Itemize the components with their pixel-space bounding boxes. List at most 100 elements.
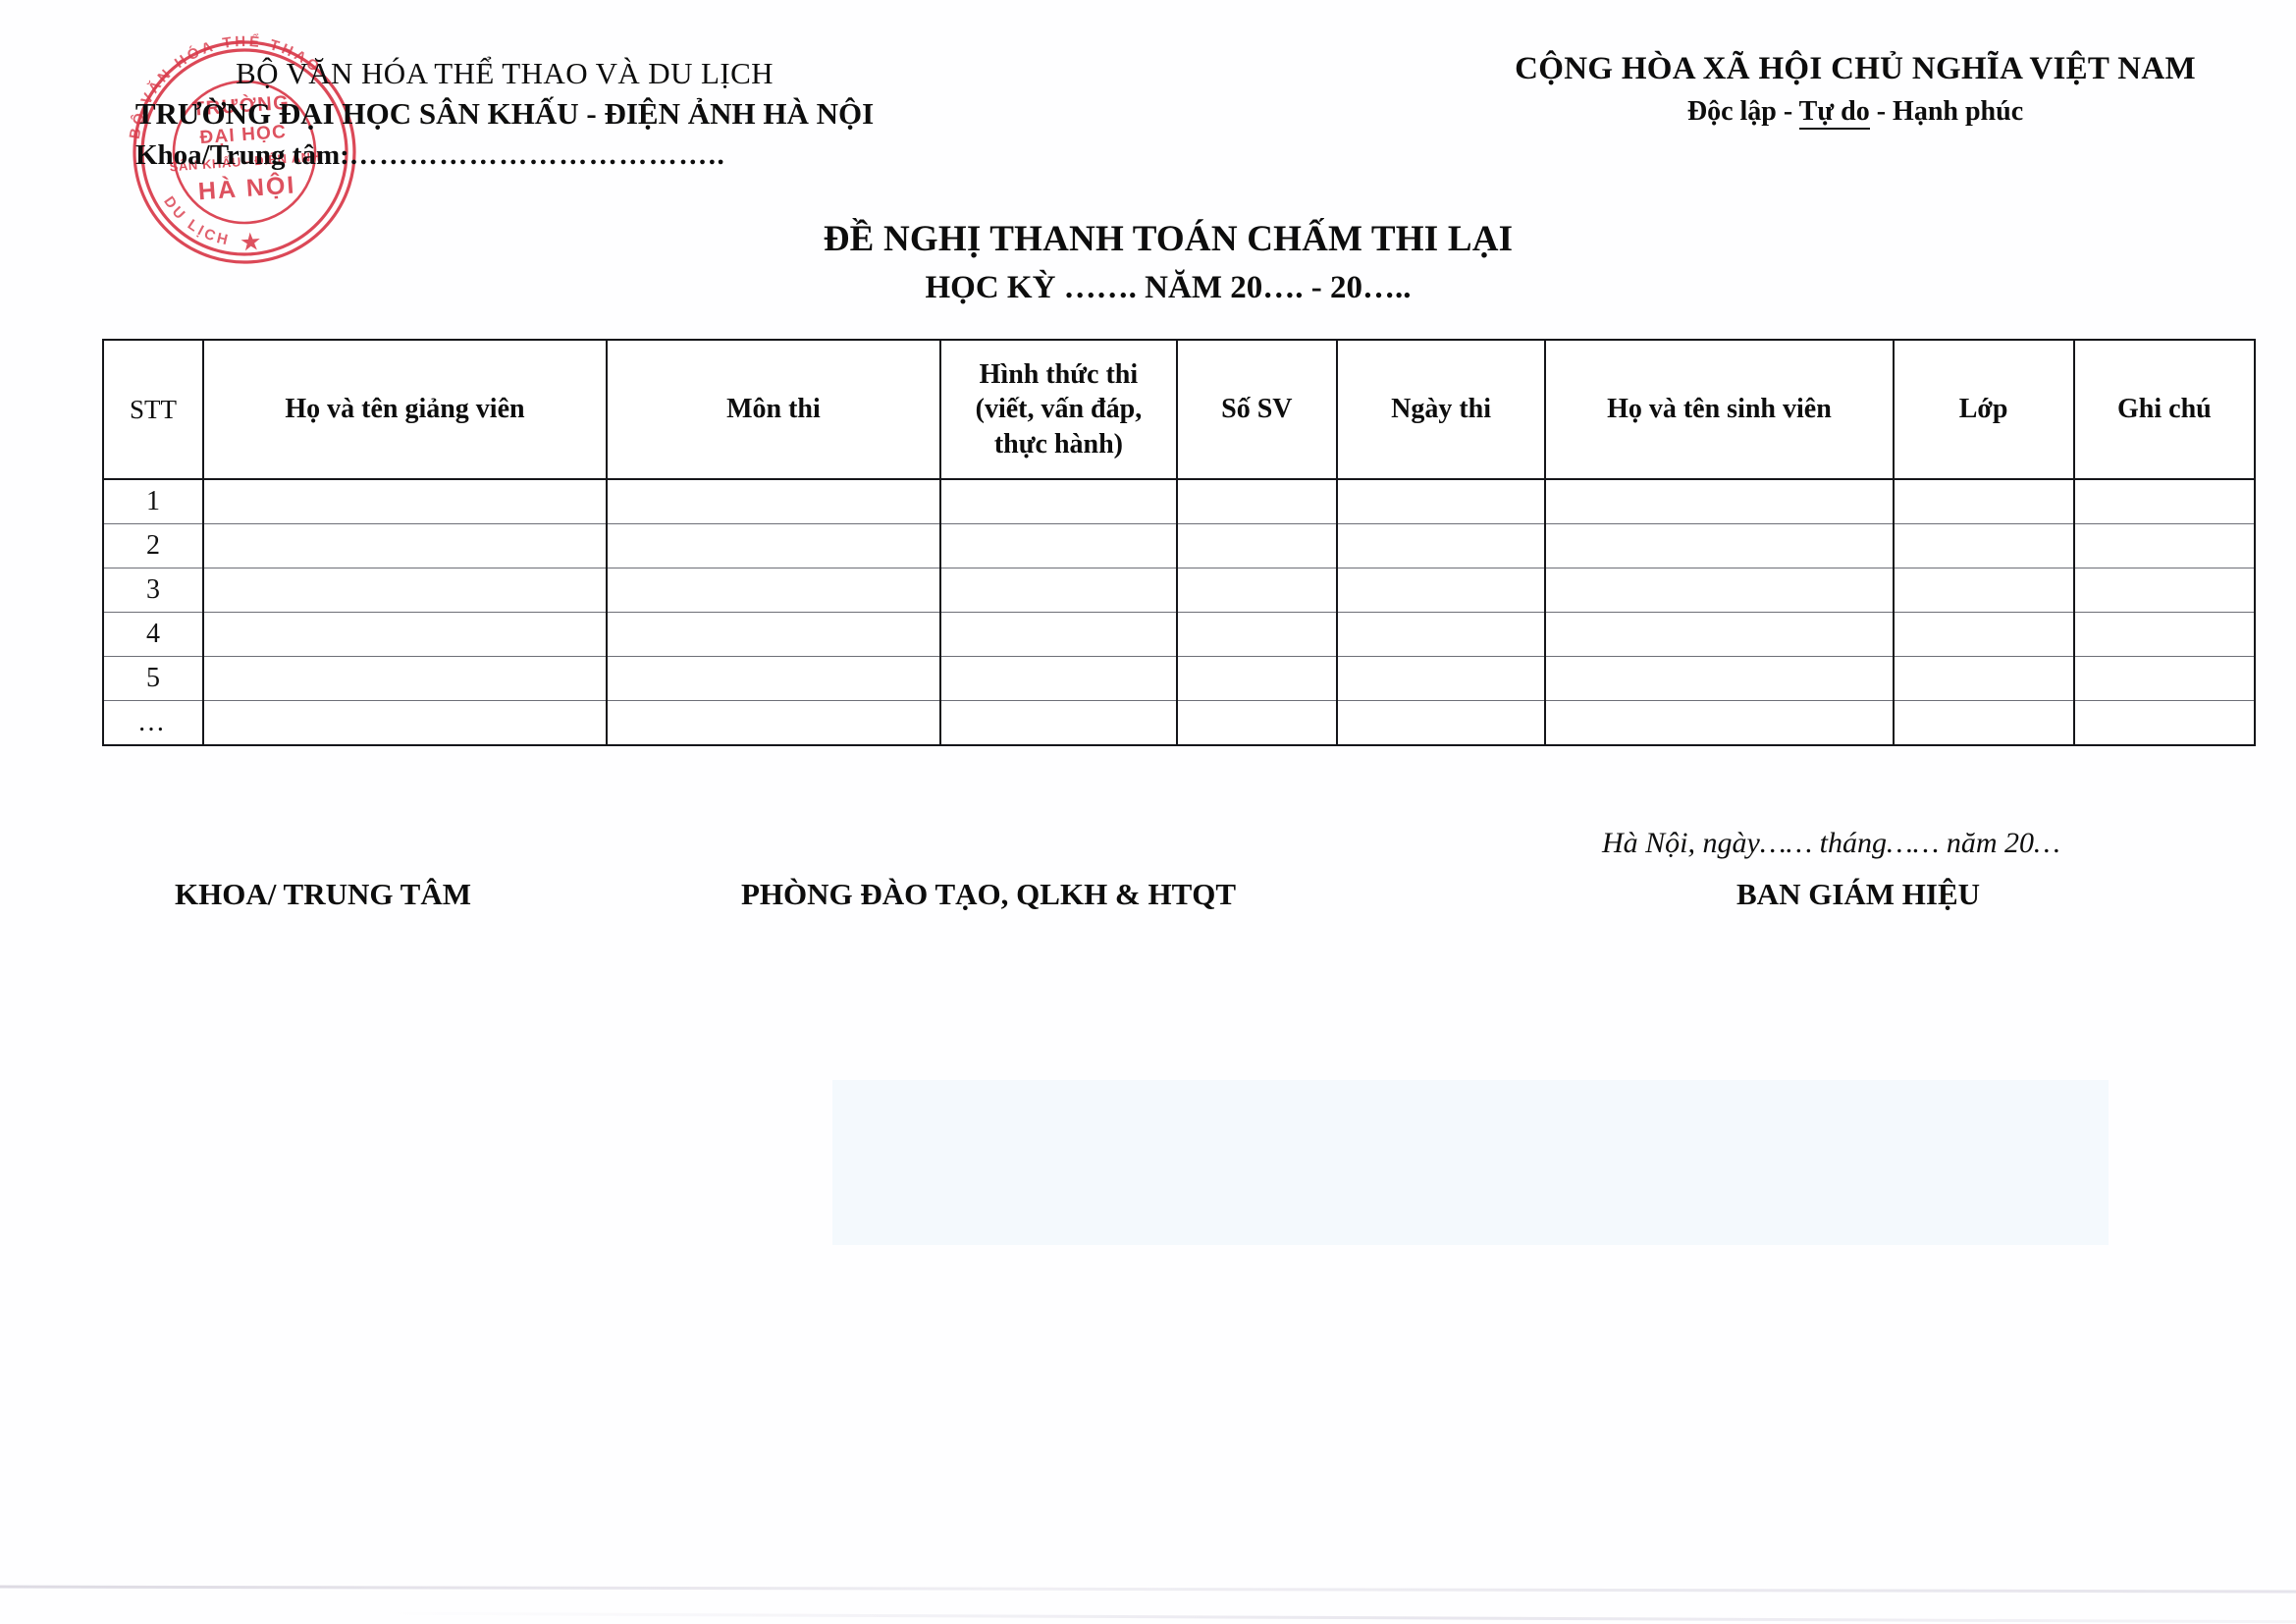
cell-note[interactable] — [2072, 612, 2257, 657]
cell-student-count[interactable] — [1175, 478, 1338, 524]
cell-student-name[interactable] — [1544, 523, 1895, 568]
cell-exam-form[interactable] — [938, 700, 1178, 746]
col-header-stt: STT — [101, 339, 205, 480]
row-index-cell: 5 — [101, 656, 205, 701]
table-row: 3 — [101, 568, 2257, 613]
table-header-row: STT Họ và tên giảng viên Môn thi Hình th… — [101, 339, 2257, 480]
col-header-exam-form-line3: thực hành) — [993, 428, 1123, 460]
row-index-cell: 3 — [101, 568, 205, 613]
cell-note[interactable] — [2072, 478, 2257, 524]
row-index-cell: 1 — [101, 478, 205, 524]
cell-class[interactable] — [1892, 700, 2075, 746]
cell-student-name[interactable] — [1544, 568, 1895, 613]
cell-student-count[interactable] — [1175, 612, 1338, 657]
table-row: 4 — [101, 612, 2257, 657]
cell-student-count[interactable] — [1175, 656, 1338, 701]
page-subtitle: HỌC KỲ ……. NĂM 20…. - 20….. — [925, 270, 1412, 305]
cell-subject[interactable] — [605, 612, 941, 657]
blue-scan-artifact-block — [832, 1080, 2109, 1245]
cell-class[interactable] — [1892, 656, 2075, 701]
payment-table: STT Họ và tên giảng viên Môn thi Hình th… — [101, 339, 2257, 746]
cell-student-name[interactable] — [1544, 478, 1895, 524]
table-row: 2 — [101, 523, 2257, 568]
col-header-exam-form-line2: (viết, vấn đáp, — [975, 394, 1143, 425]
table-body: 1 2 3 4 5… — [101, 478, 2257, 746]
scan-edge-line-secondary — [373, 1611, 2296, 1624]
col-header-student-name: Họ và tên sinh viên — [1544, 339, 1895, 480]
cell-student-count[interactable] — [1175, 700, 1338, 746]
cell-lecturer[interactable] — [202, 568, 608, 613]
cell-student-count[interactable] — [1175, 568, 1338, 613]
cell-subject[interactable] — [605, 568, 941, 613]
row-index-cell: 4 — [101, 612, 205, 657]
row-index-cell: … — [101, 700, 205, 746]
col-header-exam-form: Hình thức thi (viết, vấn đáp, thực hành) — [938, 339, 1178, 480]
cell-class[interactable] — [1892, 478, 2075, 524]
cell-exam-date[interactable] — [1335, 568, 1547, 613]
date-place-line[interactable]: Hà Nội, ngày…… tháng…… năm 20… — [1602, 827, 2060, 860]
motto-part-underlined: Tự do — [1798, 96, 1870, 130]
table-row: 5 — [101, 656, 2257, 701]
cell-exam-date[interactable] — [1335, 523, 1547, 568]
payment-table-container: STT Họ và tên giảng viên Môn thi Hình th… — [101, 339, 2257, 746]
document-page: BỘ VĂN HÓA THỂ THAO DU LỊCH TRƯỜNG ĐẠI H… — [0, 0, 2296, 1624]
document-title-block: ĐỀ NGHỊ THANH TOÁN CHẤM THI LẠI HỌC KỲ …… — [609, 218, 1728, 306]
department-dotted-line[interactable]: ……………………………….. — [349, 139, 726, 171]
cell-exam-date[interactable] — [1335, 612, 1547, 657]
cell-exam-form[interactable] — [938, 612, 1178, 657]
header-left-block: BỘ VĂN HÓA THỂ THAO VÀ DU LỊCH TRƯỜNG ĐẠ… — [102, 56, 907, 172]
page-title: ĐỀ NGHỊ THANH TOÁN CHẤM THI LẠI — [823, 219, 1514, 259]
cell-class[interactable] — [1892, 523, 2075, 568]
cell-exam-date[interactable] — [1335, 478, 1547, 524]
col-header-subject: Môn thi — [605, 339, 941, 480]
department-label: Khoa/Trung tâm: — [135, 138, 349, 171]
table-row: 1 — [101, 478, 2257, 524]
cell-class[interactable] — [1892, 568, 2075, 613]
scan-edge-line — [0, 1585, 2296, 1594]
cell-subject[interactable] — [605, 478, 941, 524]
table-row: … — [101, 700, 2257, 746]
cell-lecturer[interactable] — [202, 523, 608, 568]
cell-subject[interactable] — [605, 700, 941, 746]
cell-subject[interactable] — [605, 523, 941, 568]
cell-lecturer[interactable] — [202, 656, 608, 701]
svg-text:DU LỊCH: DU LỊCH — [160, 189, 234, 253]
motto-part-before: Độc lập - — [1686, 96, 1799, 127]
signature-khoa-trung-tam: KHOA/ TRUNG TÂM — [175, 877, 471, 911]
cell-note[interactable] — [2072, 656, 2257, 701]
cell-exam-form[interactable] — [938, 478, 1178, 524]
cell-lecturer[interactable] — [202, 612, 608, 657]
cell-student-name[interactable] — [1544, 700, 1895, 746]
cell-lecturer[interactable] — [202, 478, 608, 524]
col-header-class: Lớp — [1892, 339, 2075, 480]
col-header-student-count: Số SV — [1175, 339, 1338, 480]
cell-note[interactable] — [2072, 523, 2257, 568]
svg-text:HÀ NỘI: HÀ NỘI — [197, 169, 296, 205]
signature-ban-giam-hieu: BAN GIÁM HIỆU — [1736, 877, 1981, 911]
cell-exam-form[interactable] — [938, 568, 1178, 613]
national-motto: Độc lập - Tự do - Hạnh phúc — [1443, 96, 2268, 130]
signature-phong-dao-tao: PHÒNG ĐÀO TẠO, QLKH & HTQT — [741, 877, 1237, 911]
university-name: TRƯỜNG ĐẠI HỌC SÂN KHẤU - ĐIỆN ẢNH HÀ NỘ… — [134, 95, 875, 131]
cell-note[interactable] — [2072, 700, 2257, 746]
cell-lecturer[interactable] — [202, 700, 608, 746]
cell-note[interactable] — [2072, 568, 2257, 613]
col-header-exam-form-line1: Hình thức thi — [979, 359, 1139, 391]
motto-part-after: - Hạnh phúc — [1869, 96, 2024, 127]
header-right-block: CỘNG HÒA XÃ HỘI CHỦ NGHĨA VIỆT NAM Độc l… — [1443, 51, 2268, 130]
cell-exam-form[interactable] — [938, 523, 1178, 568]
col-header-exam-date: Ngày thi — [1335, 339, 1547, 480]
cell-class[interactable] — [1892, 612, 2075, 657]
cell-student-name[interactable] — [1544, 612, 1895, 657]
cell-exam-date[interactable] — [1335, 700, 1547, 746]
cell-student-name[interactable] — [1544, 656, 1895, 701]
cell-exam-date[interactable] — [1335, 656, 1547, 701]
cell-student-count[interactable] — [1175, 523, 1338, 568]
department-field: Khoa/Trung tâm:……………………………….. — [102, 139, 907, 172]
ministry-name: BỘ VĂN HÓA THỂ THAO VÀ DU LỊCH — [236, 56, 774, 90]
cell-exam-form[interactable] — [938, 656, 1178, 701]
cell-subject[interactable] — [605, 656, 941, 701]
nation-title: CỘNG HÒA XÃ HỘI CHỦ NGHĨA VIỆT NAM — [1515, 51, 2196, 86]
col-header-note: Ghi chú — [2072, 339, 2257, 480]
svg-text:★: ★ — [240, 229, 262, 254]
